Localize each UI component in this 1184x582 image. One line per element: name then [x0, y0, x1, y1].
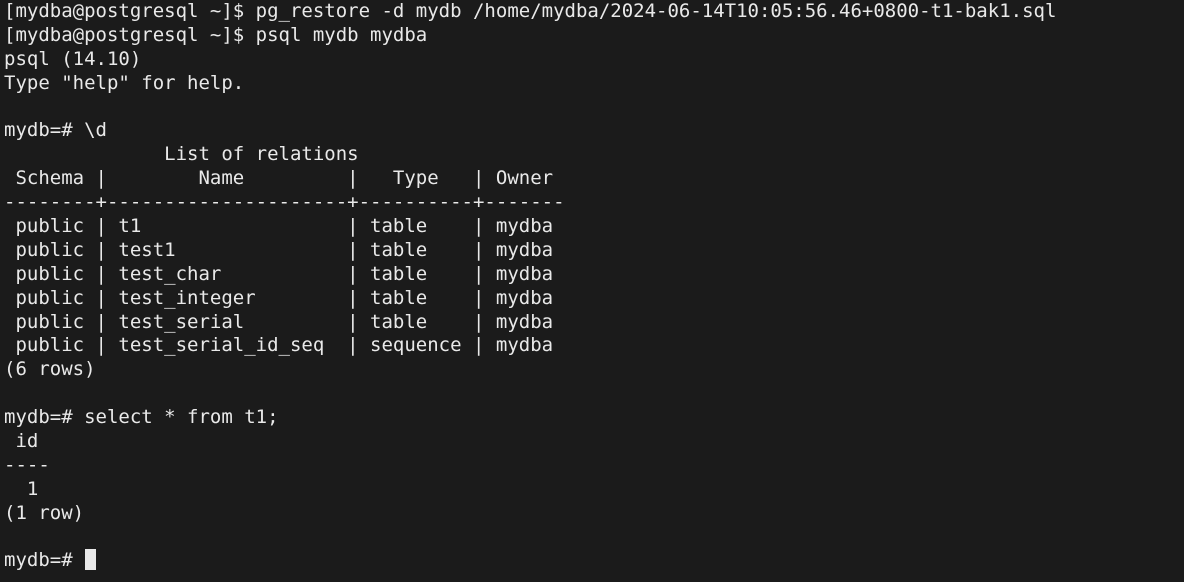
row-count: (6 rows): [4, 358, 96, 381]
terminal-line: [mydba@postgresql ~]$ pg_restore -d mydb…: [4, 0, 1057, 22]
terminal-line: [mydba@postgresql ~]$ psql mydb mydba: [4, 23, 428, 46]
prompt-line[interactable]: mydb=#: [4, 549, 1184, 573]
table-row: public | test_serial_id_seq | sequence |…: [4, 334, 554, 357]
terminal-window[interactable]: [mydba@postgresql ~]$ pg_restore -d mydb…: [0, 0, 1184, 582]
result-row: 1: [4, 477, 39, 500]
table-row: public | test_integer | table | mydba: [4, 286, 554, 309]
table-header: Schema | Name | Type | Owner: [4, 167, 554, 190]
cursor: [85, 549, 97, 571]
table-divider: --------+---------------------+---------…: [4, 191, 565, 214]
terminal-line: psql (14.10): [4, 47, 142, 70]
table-row: public | test1 | table | mydba: [4, 238, 554, 261]
result-header: id: [4, 430, 39, 453]
terminal-line: mydb=# \d: [4, 119, 107, 142]
table-row: public | test_char | table | mydba: [4, 262, 554, 285]
terminal-line: Type "help" for help.: [4, 71, 245, 94]
table-row: public | t1 | table | mydba: [4, 215, 554, 238]
result-divider: ----: [4, 453, 50, 476]
terminal-line: mydb=# select * from t1;: [4, 406, 279, 429]
row-count: (1 row): [4, 501, 85, 524]
table-row: public | test_serial | table | mydba: [4, 310, 554, 333]
prompt: mydb=#: [4, 549, 85, 572]
table-title: List of relations: [4, 143, 359, 166]
